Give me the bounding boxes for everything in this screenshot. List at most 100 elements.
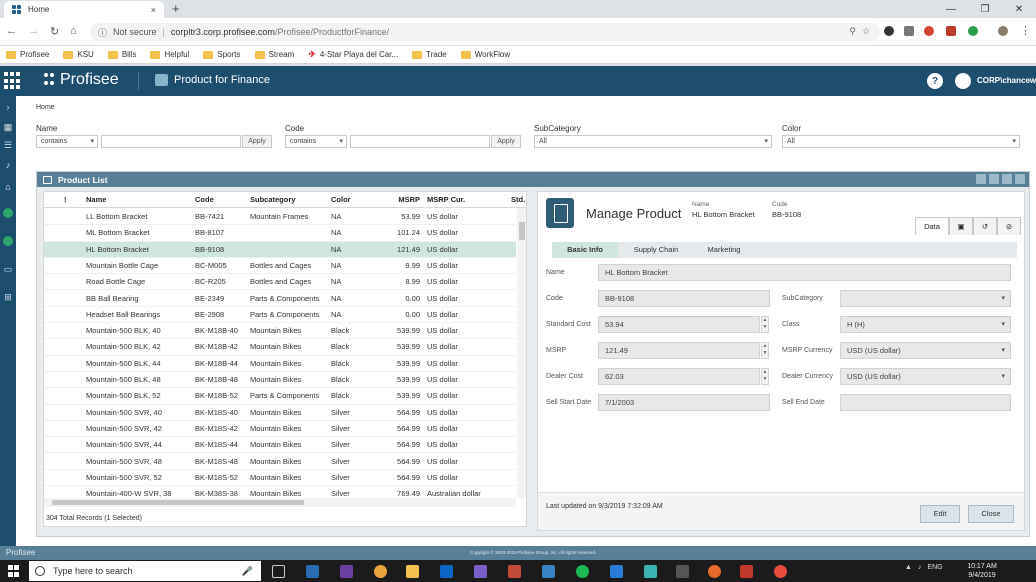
filter-icon[interactable] (1002, 174, 1012, 184)
extension-icon[interactable] (924, 26, 934, 36)
home-icon[interactable]: ⌂ (70, 25, 77, 37)
bookmark-item[interactable]: KSU (63, 50, 94, 59)
msrp-currency-select[interactable]: USD (US dollar) (840, 342, 1011, 359)
help-icon[interactable]: ? (927, 73, 943, 89)
extension-icon[interactable] (884, 26, 894, 36)
msrp-stepper[interactable]: ▲ ▼ (761, 342, 769, 359)
col-code[interactable]: Code (195, 192, 214, 208)
language-indicator[interactable]: ENG (927, 564, 942, 571)
settings-icon[interactable] (1015, 174, 1025, 184)
volume-icon[interactable]: ♪ (918, 564, 922, 571)
name-field[interactable]: HL Bottom Bracket (598, 264, 1011, 281)
zoom-icon[interactable]: ⚲ (849, 26, 856, 37)
horizontal-scrollbar[interactable] (44, 498, 516, 507)
user-name[interactable]: CORP\chancewi (977, 76, 1036, 85)
extension-icon[interactable] (904, 26, 914, 36)
name-operator-select[interactable]: contains (36, 135, 98, 148)
table-row[interactable]: Mountain Bottle Cage BC-M005 Bottles and C… (44, 258, 516, 275)
app-icon[interactable] (542, 565, 555, 578)
minimize-icon[interactable]: — (934, 0, 968, 18)
user-avatar-icon[interactable] (955, 73, 971, 89)
col-subcategory[interactable]: Subcategory (250, 192, 295, 208)
standard-cost-stepper[interactable]: ▲ ▼ (761, 316, 769, 333)
forward-icon[interactable]: → (28, 25, 39, 37)
task-view-icon[interactable] (272, 565, 285, 578)
taskbar-clock[interactable]: 10:17 AM 9/4/2019 (962, 562, 1002, 580)
bookmark-item[interactable]: Trade (412, 50, 447, 59)
url-input[interactable]: ⓘ Not secure | corpltr3.corp.profisee.co… (90, 23, 880, 41)
class-select[interactable]: H (H) (840, 316, 1011, 333)
table-row[interactable]: Road Bottle Cage BC-R205 Bottles and Cages… (44, 274, 516, 291)
extension-icon[interactable] (968, 26, 978, 36)
table-row[interactable]: HL Bottom Bracket BB-9108 NA 121.49 US dolla… (44, 241, 516, 258)
chart-icon[interactable]: ▦ (3, 122, 13, 132)
table-row[interactable]: Mountain-500 BLK, 44 BK-M18B-44 Mountain B… (44, 356, 516, 372)
table-row[interactable]: BB Ball Bearing BE-2349 Parts & Components… (44, 291, 516, 307)
bookmark-item[interactable]: Sports (203, 50, 241, 59)
breadcrumb[interactable]: Home (36, 104, 55, 111)
table-row[interactable]: Mountain-500 SVR, 40 BK-M18S-40 Mountain B… (44, 405, 516, 421)
subtab-supply-chain[interactable]: Supply Chain (622, 242, 690, 258)
maximize-icon[interactable]: ❐ (968, 0, 1002, 18)
tab-notes-icon[interactable]: ▣ (949, 217, 973, 235)
close-tab-icon[interactable]: × (151, 5, 156, 15)
table-row[interactable]: Mountain-500 SVR, 44 BK-M18S-44 Mountain B… (44, 437, 516, 454)
menu-kebab-icon[interactable]: ⋮ (1020, 24, 1031, 37)
sell-start-date-field[interactable]: 7/1/2003 (598, 394, 770, 411)
file-explorer-icon[interactable] (406, 565, 419, 578)
info-icon[interactable]: ⓘ (98, 26, 107, 39)
code-apply-button[interactable]: Apply (491, 135, 521, 148)
bookmark-item[interactable]: ✈ 4-Star Playa del Car... (308, 49, 398, 60)
col-name[interactable]: Name (86, 192, 106, 208)
name-filter-input[interactable] (101, 135, 241, 148)
standard-cost-field[interactable]: 53.94 (598, 316, 760, 333)
subtab-basic-info[interactable]: Basic Info (552, 242, 618, 258)
col-msrp[interactable]: MSRP (374, 192, 420, 208)
color-filter-select[interactable]: All (782, 135, 1020, 148)
app-icon[interactable] (474, 565, 487, 578)
vertical-scrollbar[interactable] (517, 208, 526, 498)
sell-end-date-field[interactable] (840, 394, 1011, 411)
hierarchy-icon[interactable]: ⊞ (3, 292, 13, 302)
chrome-icon[interactable] (374, 565, 387, 578)
col-flag[interactable]: ! (64, 192, 67, 208)
new-tab-button[interactable]: + (172, 1, 180, 16)
app-icon[interactable] (774, 565, 787, 578)
windows-start-icon[interactable] (8, 565, 20, 577)
code-field[interactable]: BB-9108 (598, 290, 770, 307)
spotify-icon[interactable] (576, 565, 589, 578)
workflow-icon[interactable] (3, 208, 13, 218)
app-icon[interactable] (306, 565, 319, 578)
edge-icon[interactable] (610, 565, 623, 578)
table-row[interactable]: Mountain-500 BLK, 42 BK-M18B-42 Mountain B… (44, 339, 516, 356)
profisee-logo[interactable]: Profisee (44, 71, 119, 89)
table-row[interactable]: ML Bottom Bracket BB-8107 NA 101.24 US dolla… (44, 225, 516, 242)
browser-tab[interactable]: Home × (4, 1, 164, 18)
app-name[interactable]: Product for Finance (155, 74, 270, 86)
table-row[interactable]: Mountain-500 BLK, 40 BK-M18B-40 Mountain B… (44, 323, 516, 340)
subcategory-select[interactable] (840, 290, 1011, 307)
tab-history-icon[interactable]: ↺ (973, 217, 997, 235)
app-icon[interactable] (676, 565, 689, 578)
firefox-icon[interactable] (708, 565, 721, 578)
reload-icon[interactable]: ↻ (50, 25, 59, 38)
table-row[interactable]: Mountain-500 SVR, 52 BK-M18S-52 Mountain B… (44, 470, 516, 487)
app-launcher-icon[interactable] (4, 72, 22, 90)
close-window-icon[interactable]: ✕ (1002, 0, 1036, 18)
visual-studio-icon[interactable] (340, 565, 353, 578)
tab-attachments-icon[interactable]: ⊘ (997, 217, 1021, 235)
close-button[interactable]: Close (968, 505, 1014, 523)
bell-icon[interactable]: ♪ (3, 160, 13, 170)
code-filter-input[interactable] (350, 135, 490, 148)
edit-button[interactable]: Edit (920, 505, 960, 523)
bookmark-item[interactable]: Helpful (150, 50, 189, 59)
export-icon[interactable] (989, 174, 999, 184)
data-icon[interactable] (3, 236, 13, 246)
col-std[interactable]: Std. (511, 192, 525, 208)
table-row[interactable]: Mountain-500 SVR, 42 BK-M18S-42 Mountain B… (44, 421, 516, 438)
name-apply-button[interactable]: Apply (242, 135, 272, 148)
report-icon[interactable]: ▭ (3, 264, 13, 274)
dealer-cost-stepper[interactable]: ▲ ▼ (761, 368, 769, 385)
profile-avatar[interactable] (998, 26, 1008, 36)
col-color[interactable]: Color (331, 192, 351, 208)
